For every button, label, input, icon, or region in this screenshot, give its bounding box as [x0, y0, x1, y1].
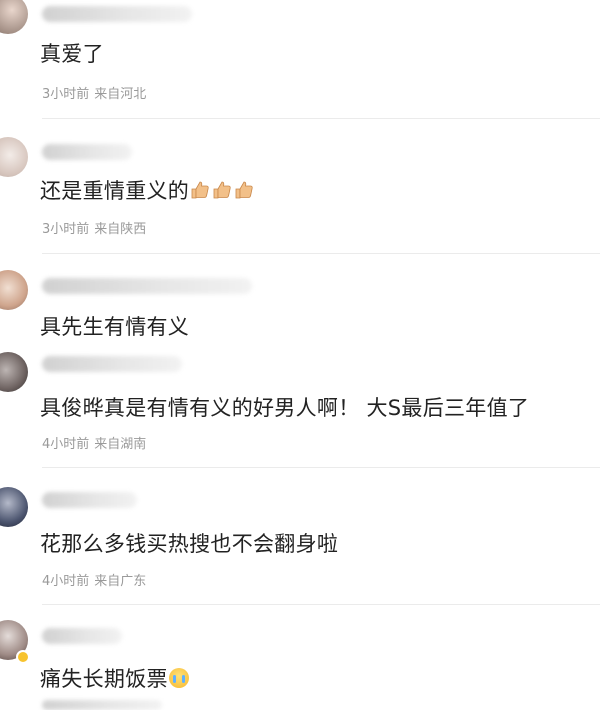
avatar[interactable] — [0, 352, 28, 392]
comment-location: 来自陕西 — [94, 222, 147, 237]
meta-blurred — [42, 700, 162, 710]
comment-text: 痛失长期饭票 — [40, 663, 189, 693]
thumbs-up-icon — [190, 180, 256, 205]
comment-location: 来自广东 — [94, 574, 147, 589]
comment-text: 具俊晔真是有情有义的好男人啊！ 大S最后三年值了 — [40, 396, 530, 420]
username-blurred[interactable] — [42, 278, 252, 294]
username-blurred[interactable] — [42, 356, 182, 372]
comment-text: 真爱了 — [40, 42, 104, 66]
comment-meta: 4小时前 来自湖南 — [42, 433, 146, 452]
comment-text: 还是重情重义的 — [40, 175, 256, 205]
divider — [42, 467, 600, 468]
username-blurred[interactable] — [42, 628, 122, 644]
username-blurred[interactable] — [42, 492, 137, 508]
comment-time: 3小时前 — [42, 222, 90, 237]
username-blurred[interactable] — [42, 6, 192, 22]
comment-meta: 3小时前 来自陕西 — [42, 218, 146, 237]
divider — [42, 604, 600, 605]
comment-time: 4小时前 — [42, 437, 90, 452]
comment-time: 3小时前 — [42, 87, 90, 102]
avatar[interactable] — [0, 270, 28, 310]
comment-meta: 3小时前 来自河北 — [42, 83, 146, 102]
comment-meta: 4小时前 来自广东 — [42, 570, 146, 589]
divider — [42, 253, 600, 254]
divider — [42, 118, 600, 119]
avatar[interactable] — [0, 0, 28, 34]
avatar[interactable] — [0, 487, 28, 527]
comment-text: 具先生有情有义 — [40, 315, 190, 339]
comment-location: 来自湖南 — [94, 437, 147, 452]
verified-badge-icon — [16, 650, 30, 664]
avatar[interactable] — [0, 137, 28, 177]
crying-icon — [168, 668, 189, 688]
comment-text: 花那么多钱买热搜也不会翻身啦 — [40, 532, 339, 556]
comment-time: 4小时前 — [42, 574, 90, 589]
comment-text-content: 痛失长期饭票 — [40, 667, 168, 691]
username-blurred[interactable] — [42, 144, 132, 160]
comment-location: 来自河北 — [94, 87, 147, 102]
comment-text-content: 还是重情重义的 — [40, 179, 190, 203]
